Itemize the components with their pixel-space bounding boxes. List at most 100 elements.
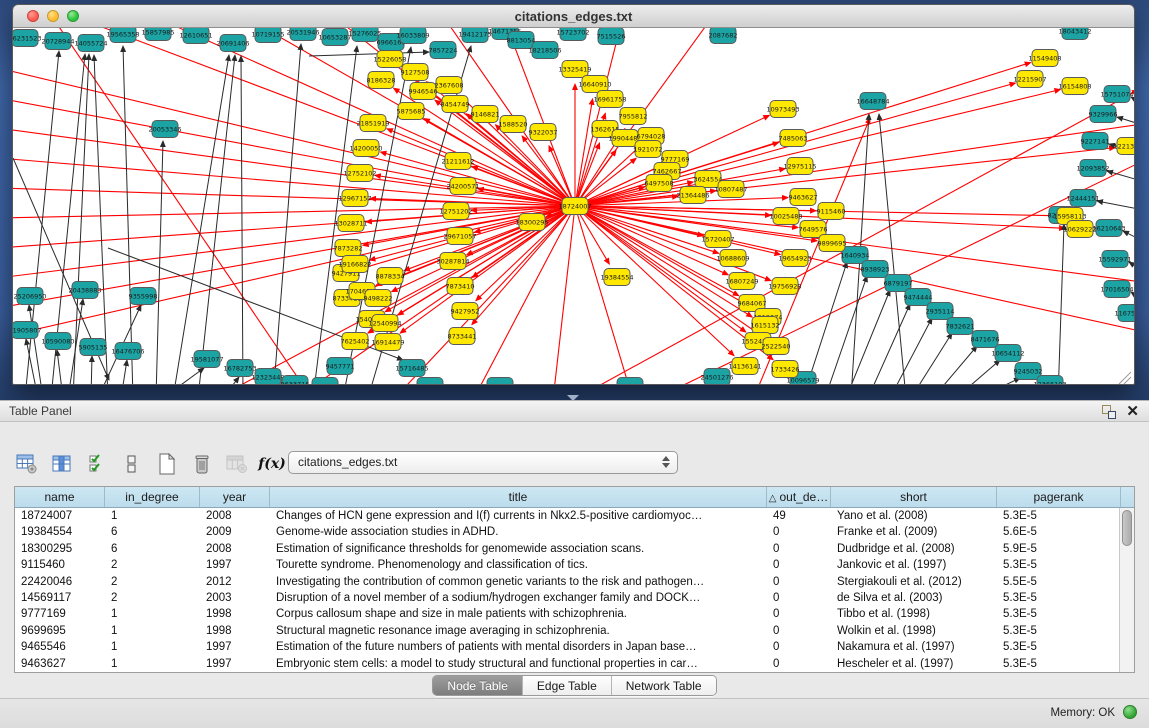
table-cell[interactable]: 14569117 [15, 590, 105, 606]
graph-node[interactable]: 7857224 [429, 42, 458, 59]
graph-node[interactable]: 10465532 [308, 378, 341, 386]
table-cell[interactable]: 2012 [200, 574, 270, 590]
tab-edge-table[interactable]: Edge Table [523, 676, 612, 695]
show-columns-icon[interactable] [51, 452, 73, 476]
graph-node[interactable]: 10973493 [766, 101, 799, 118]
table-cell[interactable]: Embryonic stem cells: a model to study s… [270, 656, 767, 672]
table-cell[interactable]: Disruption of a novel member of a sodium… [270, 590, 767, 606]
table-cell[interactable]: 18300295 [15, 541, 105, 557]
graph-node[interactable]: 9474444 [904, 289, 933, 306]
graph-node[interactable]: 16807249 [725, 273, 758, 290]
graph-node[interactable]: 19581077 [190, 351, 223, 368]
graph-node[interactable]: 21211612 [441, 153, 474, 170]
table-cell[interactable]: Corpus callosum shape and size in male p… [270, 606, 767, 622]
vertical-scrollbar[interactable] [1119, 508, 1134, 672]
table-cell[interactable]: 1 [105, 656, 200, 672]
table-cell[interactable]: 1997 [200, 639, 270, 655]
header-cell-year[interactable]: year [200, 487, 270, 507]
graph-node[interactable]: 10654112 [991, 345, 1024, 362]
graph-node[interactable]: 11279521 [413, 378, 446, 386]
memory-status-indicator[interactable] [1123, 705, 1137, 719]
citation-network-graph[interactable]: 1623152320728944140557241956535815857985… [13, 28, 1134, 385]
graph-node[interactable]: 14136141 [728, 358, 761, 375]
graph-node[interactable]: 24200571 [446, 178, 479, 195]
graph-node[interactable]: 2935114 [926, 303, 955, 320]
table-row[interactable]: 1872400712008Changes of HCN gene express… [15, 508, 1134, 524]
graph-node[interactable]: 11675300 [1114, 305, 1134, 322]
graph-node[interactable]: 20438883 [68, 282, 101, 299]
graph-node[interactable]: 14055724 [74, 35, 107, 52]
graph-node[interactable]: 13028711 [334, 215, 367, 232]
graph-node[interactable]: 15716485 [395, 360, 428, 377]
graph-node[interactable]: 30287814 [436, 253, 469, 270]
table-cell[interactable]: 5.3E-5 [997, 639, 1121, 655]
graph-node[interactable]: 16914479 [371, 334, 404, 351]
hub-node[interactable]: 18724007 [558, 198, 591, 215]
graph-node[interactable]: 9322037 [529, 124, 558, 141]
graph-node[interactable]: 8186328 [367, 72, 396, 89]
graph-node[interactable]: 10807487 [714, 181, 747, 198]
graph-node[interactable]: 18043412 [1058, 28, 1091, 40]
merge-rows-icon[interactable] [121, 452, 143, 476]
graph-node[interactable]: 16231523 [13, 30, 42, 47]
graph-node[interactable]: 19412175 [458, 28, 491, 43]
header-cell-pagerank[interactable]: pagerank [997, 487, 1121, 507]
table-cell[interactable]: Tibbo et al. (1998) [831, 606, 997, 622]
table-cell[interactable]: 19384554 [15, 524, 105, 540]
table-cell[interactable]: 5.3E-5 [997, 656, 1121, 672]
graph-node[interactable]: 9946546 [409, 83, 438, 100]
table-row[interactable]: 969969511998Structural magnetic resonanc… [15, 623, 1134, 639]
table-cell[interactable]: 5.6E-5 [997, 524, 1121, 540]
table-cell[interactable]: 18724007 [15, 508, 105, 524]
table-cell[interactable]: Changes of HCN gene expression and I(f) … [270, 508, 767, 524]
graph-node[interactable]: 25206950 [13, 288, 46, 305]
graph-node[interactable]: 5875685 [397, 103, 426, 120]
graph-node[interactable]: 9427952 [451, 303, 480, 320]
network-view-canvas[interactable]: 1623152320728944140557241956535815857985… [13, 28, 1134, 385]
graph-node[interactable]: 12093852 [1076, 160, 1109, 177]
graph-node[interactable]: 15751074 [1100, 86, 1133, 103]
header-cell-name[interactable]: name [15, 487, 105, 507]
select-columns-icon[interactable] [86, 452, 108, 476]
table-cell[interactable]: Wolkin et al. (1998) [831, 623, 997, 639]
graph-node[interactable]: 10688609 [716, 250, 749, 267]
table-cell[interactable]: 49 [767, 508, 831, 524]
graph-node[interactable]: 11549408 [1028, 50, 1061, 67]
table-cell[interactable]: Genome-wide association studies in ADHD. [270, 524, 767, 540]
table-cell[interactable]: Hescheler et al. (1997) [831, 656, 997, 672]
graph-node[interactable]: 16648784 [856, 93, 889, 110]
graph-node[interactable]: 5905135 [79, 339, 108, 356]
graph-node[interactable]: 8733441 [448, 328, 477, 345]
table-cell[interactable]: 0 [767, 606, 831, 622]
graph-node[interactable]: 17016504 [1100, 281, 1133, 298]
table-cell[interactable]: 2003 [200, 590, 270, 606]
graph-node[interactable]: 9355998 [129, 288, 158, 305]
graph-node[interactable]: 10719155 [251, 28, 284, 43]
graph-node[interactable]: 21851919 [356, 115, 389, 132]
graph-node[interactable]: 8471676 [971, 331, 1000, 348]
graph-node[interactable]: 9457771 [326, 358, 355, 375]
table-cell[interactable]: 0 [767, 574, 831, 590]
table-cell[interactable]: 5.3E-5 [997, 623, 1121, 639]
table-cell[interactable]: Yano et al. (2008) [831, 508, 997, 524]
graph-node[interactable]: 18300295 [515, 214, 548, 231]
table-row[interactable]: 1456911722003Disruption of a novel membe… [15, 590, 1134, 606]
close-panel-icon[interactable]: ✕ [1126, 405, 1139, 419]
graph-node[interactable]: 16262792 [483, 378, 516, 386]
table-cell[interactable]: 1 [105, 639, 200, 655]
graph-node[interactable]: 6497508 [645, 175, 674, 192]
table-cell[interactable]: Tourette syndrome. Phenomenology and cla… [270, 557, 767, 573]
graph-node[interactable]: 10653287 [318, 29, 351, 46]
graph-node[interactable]: 16033809 [396, 28, 429, 44]
graph-node[interactable]: 7873410 [446, 278, 475, 295]
table-cell[interactable]: 2008 [200, 508, 270, 524]
create-column-icon[interactable] [156, 452, 178, 476]
table-cell[interactable]: Dudbridge et al. (2008) [831, 541, 997, 557]
table-cell[interactable]: 9777169 [15, 606, 105, 622]
table-row[interactable]: 1830029562008Estimation of significance … [15, 541, 1134, 557]
header-cell-outde[interactable]: △out_de… [767, 487, 831, 507]
table-cell[interactable]: Stergiakouli et al. (2012) [831, 574, 997, 590]
graph-node[interactable]: 15720407 [701, 231, 734, 248]
graph-node[interactable]: 20531946 [286, 28, 319, 41]
graph-node[interactable]: 21364486 [676, 187, 709, 204]
